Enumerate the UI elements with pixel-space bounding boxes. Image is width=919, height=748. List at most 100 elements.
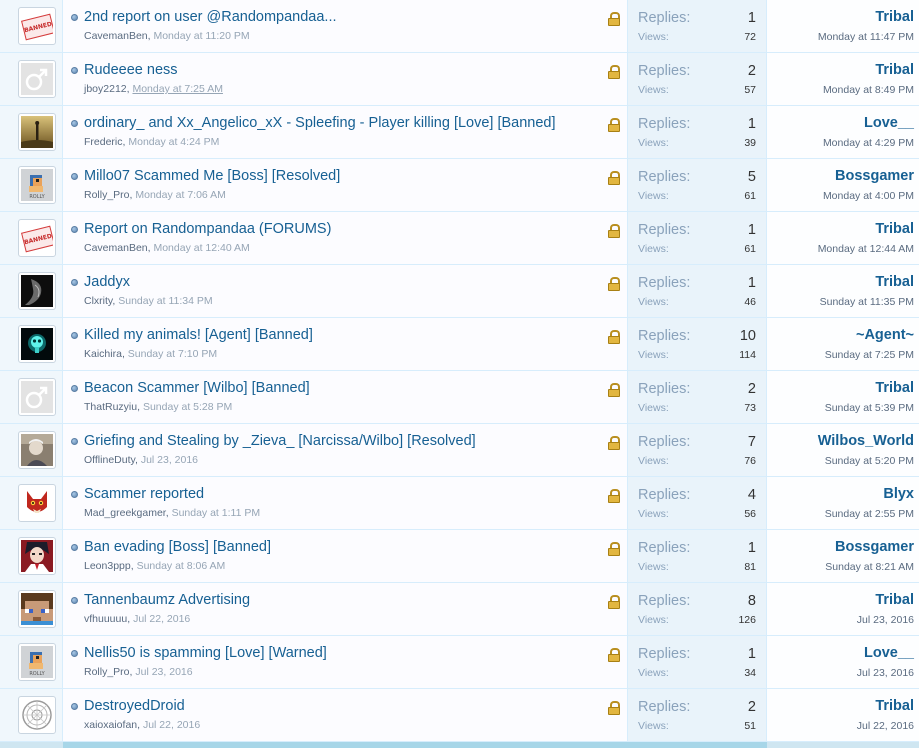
last-post-user-link[interactable]: Tribal — [875, 9, 914, 25]
thread-author-link[interactable]: Kaichira — [84, 348, 122, 360]
last-post-user-link[interactable]: Tribal — [875, 221, 914, 237]
thread-author-link[interactable]: Mad_greekgamer — [84, 507, 166, 519]
thread-row: ordinary_ and Xx_Angelico_xX - Spleefing… — [0, 106, 919, 159]
thread-start-date[interactable]: Jul 23, 2016 — [135, 666, 192, 678]
last-post-date-link[interactable]: Monday at 4:29 PM — [823, 137, 914, 149]
last-post-date-link[interactable]: Sunday at 5:20 PM — [825, 455, 914, 467]
thread-start-date[interactable]: Jul 22, 2016 — [143, 719, 200, 731]
avatar[interactable] — [18, 696, 56, 734]
thread-start-date[interactable]: Monday at 7:06 AM — [135, 189, 225, 201]
last-post-date-link[interactable]: Jul 23, 2016 — [857, 614, 914, 626]
thread-start-date[interactable]: Jul 22, 2016 — [133, 613, 190, 625]
thread-start-date[interactable]: Sunday at 8:06 AM — [137, 560, 226, 572]
last-post-user-link[interactable]: Tribal — [875, 62, 914, 78]
last-post-date-link[interactable]: Sunday at 8:21 AM — [825, 561, 914, 573]
avatar[interactable] — [18, 325, 56, 363]
thread-title-link[interactable]: 2nd report on user @Randompandaa... — [84, 9, 337, 25]
avatar[interactable] — [18, 113, 56, 151]
views-label: Views: — [638, 402, 669, 414]
last-post-user-link[interactable]: ~Agent~ — [856, 327, 914, 343]
avatar[interactable] — [18, 431, 56, 469]
thread-title-link[interactable]: Nellis50 is spamming [Love] [Warned] — [84, 645, 327, 661]
thread-title-link[interactable]: Rudeeee ness — [84, 62, 178, 78]
avatar[interactable] — [18, 484, 56, 522]
old-man-photo-icon — [21, 434, 53, 466]
thread-author-link[interactable]: Rolly_Pro — [84, 666, 130, 678]
last-post-date-link[interactable]: Monday at 4:00 PM — [823, 190, 914, 202]
avatar[interactable]: BANNED — [18, 219, 56, 257]
thread-author-link[interactable]: OfflineDuty — [84, 454, 135, 466]
replies-label: Replies: — [638, 646, 691, 662]
thread-title-link[interactable]: Tannenbaumz Advertising — [84, 592, 250, 608]
last-post-cell: Tribal Monday at 8:49 PM — [767, 53, 919, 105]
avatar[interactable] — [18, 537, 56, 575]
thread-title-link[interactable]: Beacon Scammer [Wilbo] [Banned] — [84, 380, 310, 396]
last-post-user-link[interactable]: Tribal — [875, 380, 914, 396]
avatar[interactable]: BANNED — [18, 7, 56, 45]
last-post-date-link[interactable]: Monday at 8:49 PM — [823, 84, 914, 96]
last-post-user-link[interactable]: Tribal — [875, 592, 914, 608]
thread-author-link[interactable]: ThatRuzyiu — [84, 401, 137, 413]
thread-author-link[interactable]: xaioxaiofan — [84, 719, 137, 731]
avatar[interactable] — [18, 590, 56, 628]
thread-start-date[interactable]: Sunday at 1:11 PM — [172, 507, 261, 519]
thread-author-link[interactable]: vfhuuuuu — [84, 613, 127, 625]
avatar[interactable] — [18, 60, 56, 98]
thread-title-link[interactable]: Killed my animals! [Agent] [Banned] — [84, 327, 313, 343]
last-post-date-link[interactable]: Jul 23, 2016 — [857, 667, 914, 679]
avatar[interactable]: ROLLY — [18, 166, 56, 204]
thread-start-date[interactable]: Sunday at 7:10 PM — [128, 348, 217, 360]
thread-author-link[interactable]: Leon3ppp — [84, 560, 131, 572]
thread-main-cell: Millo07 Scammed Me [Boss] [Resolved] Rol… — [63, 159, 627, 211]
thread-title-link[interactable]: Report on Randompandaa (FORUMS) — [84, 221, 331, 237]
thread-title-link[interactable]: Griefing and Stealing by _Zieva_ [Narcis… — [84, 433, 476, 449]
last-post-user-link[interactable]: Bossgamer — [835, 539, 914, 555]
last-post-user-link[interactable]: Blyx — [883, 486, 914, 502]
thread-meta: vfhuuuuu, Jul 22, 2016 — [84, 613, 190, 625]
thread-author-link[interactable]: Rolly_Pro — [84, 189, 130, 201]
last-post-date-link[interactable]: Jul 22, 2016 — [857, 720, 914, 732]
thread-title-link[interactable]: ordinary_ and Xx_Angelico_xX - Spleefing… — [84, 115, 556, 131]
thread-start-date[interactable]: Jul 23, 2016 — [141, 454, 198, 466]
thread-stats-cell: Replies: 5 Views: 61 — [627, 159, 767, 211]
last-post-user-link[interactable]: Love__ — [864, 115, 914, 131]
last-post-date-link[interactable]: Monday at 11:47 PM — [818, 31, 914, 43]
last-post-date-link[interactable]: Sunday at 5:39 PM — [825, 402, 914, 414]
last-post-date-link[interactable]: Sunday at 11:35 PM — [820, 296, 914, 308]
thread-title-link[interactable]: Ban evading [Boss] [Banned] — [84, 539, 271, 555]
avatar[interactable]: ROLLY — [18, 643, 56, 681]
thread-author-link[interactable]: CavemanBen — [84, 30, 148, 42]
thread-start-date[interactable]: Sunday at 5:28 PM — [143, 401, 232, 413]
last-post-date-link[interactable]: Monday at 12:44 AM — [818, 243, 914, 255]
thread-meta: Leon3ppp, Sunday at 8:06 AM — [84, 560, 225, 572]
avatar[interactable] — [18, 378, 56, 416]
thread-start-date[interactable]: Monday at 7:25 AM — [132, 83, 222, 95]
thread-title-link[interactable]: DestroyedDroid — [84, 698, 185, 714]
thread-title-link[interactable]: Jaddyx — [84, 274, 130, 290]
avatar-cell: ROLLY — [0, 636, 63, 688]
thread-author-link[interactable]: jboy2212 — [84, 83, 127, 95]
last-post-user-link[interactable]: Tribal — [875, 274, 914, 290]
replies-label: Replies: — [638, 328, 691, 344]
last-post-user-link[interactable]: Bossgamer — [835, 168, 914, 184]
avatar[interactable] — [18, 272, 56, 310]
thread-author-link[interactable]: Frederic — [84, 136, 123, 148]
last-post-user-link[interactable]: Love__ — [864, 645, 914, 661]
rolly-text: ROLLY — [29, 671, 45, 677]
thread-author-link[interactable]: Clxrity — [84, 295, 112, 307]
thread-start-date[interactable]: Monday at 11:20 PM — [153, 30, 249, 42]
thread-start-date[interactable]: Sunday at 11:34 PM — [118, 295, 212, 307]
last-post-user-link[interactable]: Wilbos_World — [818, 433, 914, 449]
last-post-user-link[interactable]: Tribal — [875, 698, 914, 714]
thread-start-date[interactable]: Monday at 4:24 PM — [128, 136, 219, 148]
thread-start-date[interactable]: Monday at 12:40 AM — [153, 242, 249, 254]
thread-title-link[interactable]: Millo07 Scammed Me [Boss] [Resolved] — [84, 168, 340, 184]
last-post-date-link[interactable]: Sunday at 7:25 PM — [825, 349, 914, 361]
thread-author-link[interactable]: CavemanBen — [84, 242, 148, 254]
thread-main-cell: Griefing and Stealing by _Zieva_ [Narcis… — [63, 424, 627, 476]
last-post-date-link[interactable]: Sunday at 2:55 PM — [825, 508, 914, 520]
avatar-cell — [0, 477, 63, 529]
thread-meta: Mad_greekgamer, Sunday at 1:11 PM — [84, 507, 260, 519]
thread-title-link[interactable]: Scammer reported — [84, 486, 204, 502]
thread-status-icon — [71, 226, 78, 233]
